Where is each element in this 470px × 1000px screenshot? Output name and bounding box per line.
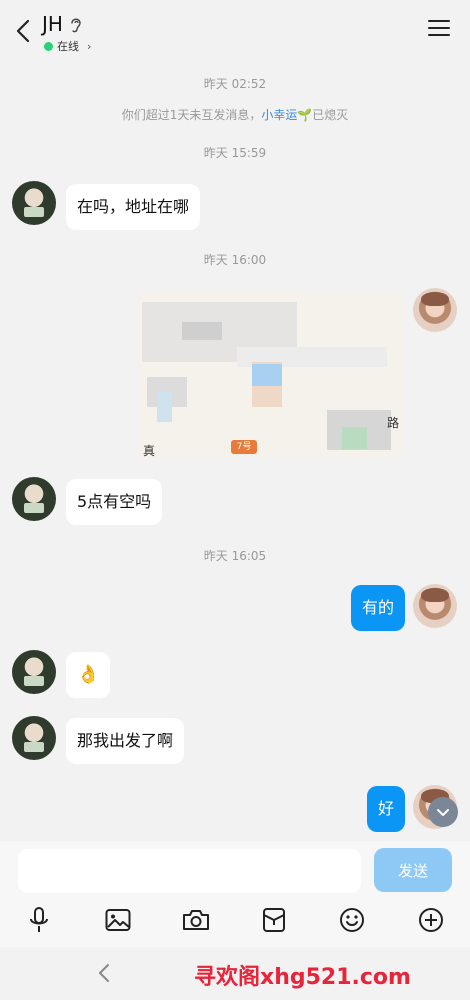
- timestamp: 昨天 16:05: [203, 549, 267, 563]
- chevron-down-icon: [437, 808, 449, 816]
- image-icon: [105, 909, 131, 931]
- streak-link[interactable]: 小幸运: [261, 108, 297, 122]
- message-bubble[interactable]: 5点有空吗: [66, 479, 163, 525]
- image-button[interactable]: [103, 905, 133, 935]
- input-toolbar: [0, 901, 470, 941]
- sprout-icon: 🌱: [297, 108, 313, 122]
- timestamp: 昨天 16:00: [203, 253, 267, 267]
- online-dot: [44, 41, 53, 51]
- message-bubble[interactable]: 那我出发了啊: [66, 718, 185, 764]
- mic-icon: [30, 907, 48, 932]
- chevron-right-icon: ›: [87, 39, 92, 53]
- message-input[interactable]: [18, 849, 361, 893]
- message-bubble[interactable]: 在吗，地址在哪: [66, 184, 201, 230]
- location-map-image[interactable]: 7号 真 路: [137, 292, 404, 458]
- contact-avatar[interactable]: [12, 181, 56, 225]
- online-status[interactable]: 在线 ›: [44, 38, 91, 54]
- pocket-icon: [263, 908, 285, 932]
- map-metro-badge: 7号: [231, 440, 257, 454]
- contact-avatar[interactable]: [12, 477, 56, 521]
- send-button[interactable]: 发送: [374, 848, 452, 892]
- chat-screen: JH 在线 › 昨天 02:52 你们超过1天未互发消息，小幸运🌱已熄灭 昨天 …: [0, 0, 470, 1000]
- message-bubble[interactable]: 有的: [350, 585, 405, 631]
- map-water: [157, 392, 172, 422]
- chat-header: JH 在线 ›: [0, 0, 470, 62]
- emoji-icon: [340, 908, 364, 932]
- contact-avatar[interactable]: [12, 650, 56, 694]
- map-label: 路: [387, 416, 400, 430]
- timestamp: 昨天 02:52: [203, 77, 267, 91]
- input-area: 发送: [0, 841, 470, 947]
- plus-icon: [419, 908, 443, 932]
- contact-name[interactable]: JH: [42, 12, 63, 36]
- my-avatar[interactable]: [413, 288, 457, 332]
- chevron-left-icon: [16, 19, 30, 43]
- map-park: [342, 427, 367, 449]
- message-bubble[interactable]: 好: [366, 786, 405, 832]
- system-notice: 你们超过1天未互发消息，小幸运🌱已熄灭: [0, 106, 470, 123]
- contact-avatar[interactable]: [12, 716, 56, 760]
- chevron-left-icon: [99, 964, 109, 982]
- more-button[interactable]: [416, 905, 446, 935]
- scroll-to-bottom-button[interactable]: [428, 797, 458, 827]
- menu-icon-line: [428, 20, 450, 22]
- map-label: 真: [143, 444, 156, 458]
- menu-button[interactable]: [428, 20, 450, 38]
- system-nav-bar: 寻欢阁xhg521.com: [0, 947, 470, 1000]
- map-water: [252, 364, 282, 386]
- menu-icon-line: [428, 34, 450, 36]
- online-label: 在线: [57, 40, 79, 53]
- pocket-button[interactable]: [259, 905, 289, 935]
- ear-icon[interactable]: [70, 16, 82, 34]
- watermark: 寻欢阁xhg521.com: [194, 965, 411, 990]
- camera-icon: [183, 910, 209, 930]
- system-notice-suffix: 已熄灭: [312, 108, 349, 122]
- system-back-button[interactable]: [94, 961, 114, 985]
- system-notice-text: 你们超过1天未互发消息，: [121, 108, 262, 122]
- my-avatar[interactable]: [413, 584, 457, 628]
- camera-button[interactable]: [181, 905, 211, 935]
- menu-icon-line: [428, 27, 450, 29]
- voice-button[interactable]: [24, 905, 54, 935]
- emoji-button[interactable]: [337, 905, 367, 935]
- message-bubble[interactable]: 👌: [66, 652, 111, 698]
- map-block: [182, 322, 222, 340]
- back-button[interactable]: [10, 16, 36, 46]
- timestamp: 昨天 15:59: [203, 146, 267, 160]
